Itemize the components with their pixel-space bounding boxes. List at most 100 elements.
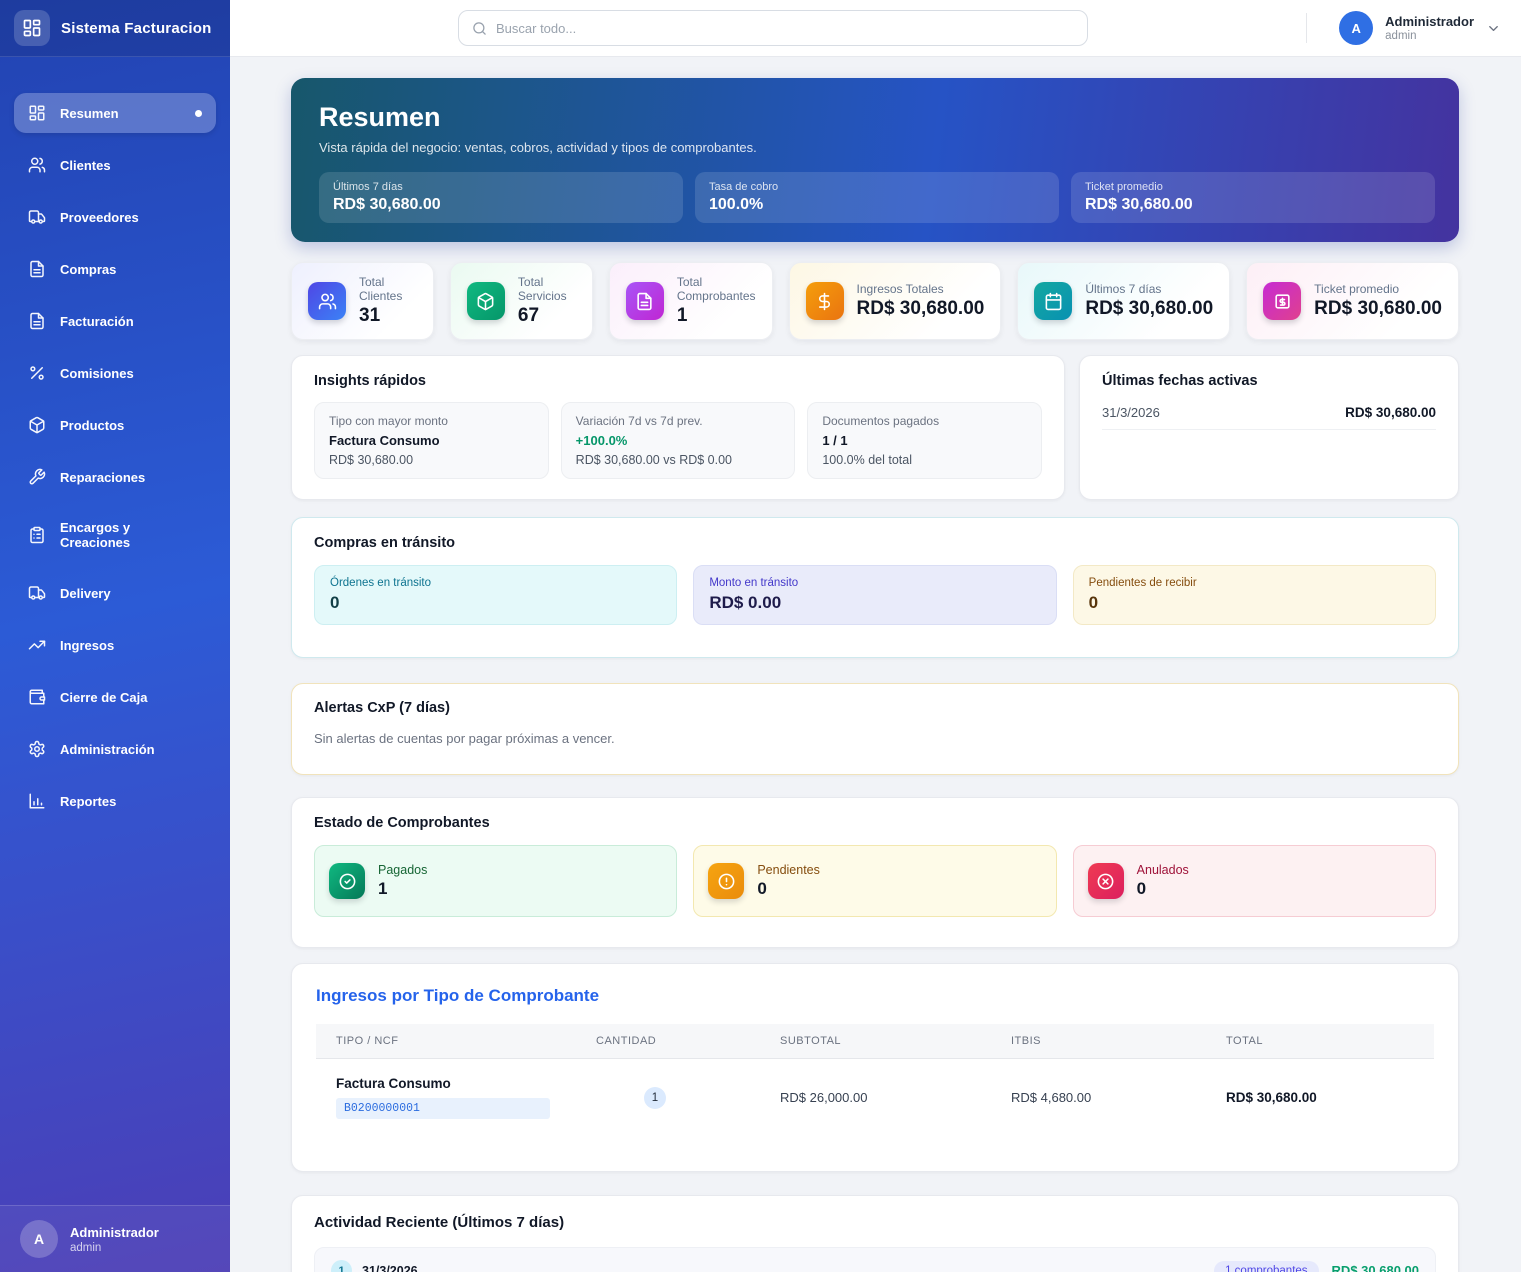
estado-comprobantes-card: Estado de Comprobantes Pagados 1 Pendien… [291, 797, 1459, 948]
insight-documentos-pagados: Documentos pagados 1 / 1 100.0% del tota… [807, 402, 1043, 479]
sidebar-item-comisiones[interactable]: Comisiones [14, 353, 216, 393]
insights-rapidos-card: Insights rápidos Tipo con mayor monto Fa… [291, 355, 1065, 500]
user-role: admin [1385, 30, 1417, 42]
insight-label: Variación 7d vs 7d prev. [575, 414, 703, 428]
user-role: admin [70, 1241, 102, 1254]
sidebar-item-label: Compras [60, 261, 117, 277]
stat-value: 31 [359, 305, 381, 326]
hero-pill-tasa-cobro: Tasa de cobro 100.0% [695, 172, 1059, 223]
document-icon [625, 282, 664, 320]
estado-pendientes: Pendientes 0 [693, 845, 1057, 917]
chevron-down-icon[interactable] [1486, 21, 1501, 36]
stat-label: Total Clientes [359, 275, 403, 303]
stat-value: 1 [676, 305, 688, 326]
actividad-amount: RD$ 30,680.00 [1331, 1263, 1419, 1272]
sidebar-item-ingresos[interactable]: Ingresos [14, 625, 216, 665]
fecha-date: 31/3/2026 [1102, 405, 1160, 420]
sidebar-item-reparaciones[interactable]: Reparaciones [14, 457, 216, 497]
user-name: Administrador [1385, 14, 1474, 29]
users-icon [28, 157, 46, 173]
sidebar-item-delivery[interactable]: Delivery [14, 573, 216, 613]
insight-label: Documentos pagados [822, 414, 940, 428]
hero-resumen: Resumen Vista rápida del negocio: ventas… [291, 78, 1459, 242]
sidebar-item-label: Facturación [60, 313, 134, 329]
stat-label: Total Comprobantes [676, 275, 756, 303]
estado-value: 0 [1136, 879, 1147, 898]
insight-tipo-mayor-monto: Tipo con mayor monto Factura Consumo RD$… [314, 402, 549, 479]
clipboard-list-icon [30, 526, 44, 544]
transito-ordenes: Órdenes en tránsito 0 [314, 565, 678, 625]
pill-value: RD$ 30,680.00 [1085, 196, 1193, 213]
percent-icon [30, 366, 44, 380]
global-search[interactable] [458, 10, 1088, 46]
section-title: Compras en tránsito [314, 535, 455, 551]
transito-label: Pendientes de recibir [1088, 577, 1197, 589]
stat-value: RD$ 30,680.00 [1314, 298, 1442, 319]
search-icon [473, 21, 486, 35]
insight-value: 1 / 1 [822, 433, 848, 448]
hero-pill-ticket-promedio: Ticket promedio RD$ 30,680.00 [1071, 172, 1435, 223]
sidebar-item-clientes[interactable]: Clientes [14, 145, 216, 185]
wallet-icon [29, 689, 46, 705]
sidebar-header: Sistema Facturacion [0, 0, 230, 57]
actividad-date: 31/3/2026 [362, 1263, 418, 1272]
insight-sub: 100.0% del total [822, 453, 912, 467]
sidebar-item-label: Administración [60, 741, 155, 757]
active-dot [195, 109, 202, 117]
ultimas-fechas-card: Últimas fechas activas 31/3/2026 RD$ 30,… [1079, 355, 1459, 500]
search-input[interactable] [496, 20, 1074, 36]
stat-label: Últimos 7 días [1085, 282, 1162, 296]
transito-label: Órdenes en tránsito [330, 577, 432, 589]
stat-ticket-promedio: Ticket promedio RD$ 30,680.00 [1246, 262, 1459, 340]
pill-label: Ticket promedio [1085, 181, 1163, 193]
section-title: Actividad Reciente (Últimos 7 días) [314, 1214, 565, 1231]
user-name: Administrador [70, 1224, 159, 1240]
actividad-row: 1 31/3/2026 1 comprobantes RD$ 30,680.00 [314, 1247, 1436, 1272]
sidebar-item-proveedores[interactable]: Proveedores [14, 197, 216, 237]
estado-pagados: Pagados 1 [314, 845, 678, 917]
transito-value: RD$ 0.00 [709, 593, 782, 612]
row-subtotal: RD$ 26,000.00 [780, 1090, 868, 1105]
pill-value: RD$ 30,680.00 [333, 196, 441, 213]
banknote-icon [1263, 282, 1302, 320]
estado-value: 0 [757, 879, 767, 898]
sidebar-item-productos[interactable]: Productos [14, 405, 216, 445]
ingresos-tipo-card: Ingresos por Tipo de Comprobante TIPO / … [291, 963, 1459, 1172]
calendar-icon [1034, 282, 1073, 320]
sidebar-user[interactable]: A Administrador admin [0, 1205, 230, 1272]
stat-value: RD$ 30,680.00 [856, 298, 985, 319]
topbar-divider [1306, 13, 1308, 43]
sidebar-item-compras[interactable]: Compras [14, 249, 216, 289]
sidebar-item-administracion[interactable]: Administración [14, 729, 216, 769]
avatar: A [20, 1220, 58, 1258]
sidebar-item-cierre-caja[interactable]: Cierre de Caja [14, 677, 216, 717]
sidebar: Sistema Facturacion Resumen Clientes Pro… [0, 0, 230, 1272]
avatar[interactable]: A [1339, 11, 1374, 45]
sidebar-item-facturacion[interactable]: Facturación [14, 301, 216, 341]
table-header-row: TIPO / NCF CANTIDAD SUBTOTAL ITBIS TOTAL [316, 1024, 1434, 1059]
insight-label: Tipo con mayor monto [329, 414, 448, 428]
row-tipo: Factura Consumo [336, 1076, 451, 1091]
row-ncf: B0200000001 [336, 1098, 550, 1119]
fecha-row: 31/3/2026 RD$ 30,680.00 [1102, 405, 1436, 430]
estado-label: Anulados [1136, 863, 1189, 877]
insight-sub: RD$ 30,680.00 vs RD$ 0.00 [575, 453, 733, 467]
stat-label: Ticket promedio [1314, 282, 1400, 296]
dashboard-icon [29, 105, 45, 121]
table-row[interactable]: Factura Consumo B0200000001 1 RD$ 26,000… [316, 1059, 1434, 1137]
stat-total-servicios: Total Servicios 67 [449, 262, 593, 340]
main-area: A Administrador admin Resumen Vista rápi… [230, 0, 1521, 1272]
page-subtitle: Vista rápida del negocio: ventas, cobros… [319, 140, 757, 155]
sidebar-item-resumen[interactable]: Resumen [14, 93, 216, 133]
estado-label: Pagados [378, 863, 428, 877]
estado-value: 1 [378, 879, 388, 898]
col-itbis: ITBIS [991, 1024, 1206, 1059]
sidebar-item-encargos[interactable]: Encargos y Creaciones [14, 509, 216, 561]
section-title: Insights rápidos [314, 373, 426, 389]
sidebar-item-reportes[interactable]: Reportes [14, 781, 216, 821]
alert-circle-icon [708, 863, 745, 899]
stat-ingresos-totales: Ingresos Totales RD$ 30,680.00 [788, 262, 1002, 340]
section-title: Estado de Comprobantes [314, 815, 490, 831]
table-title: Ingresos por Tipo de Comprobante [316, 986, 600, 1005]
stat-label: Total Servicios [517, 275, 567, 303]
